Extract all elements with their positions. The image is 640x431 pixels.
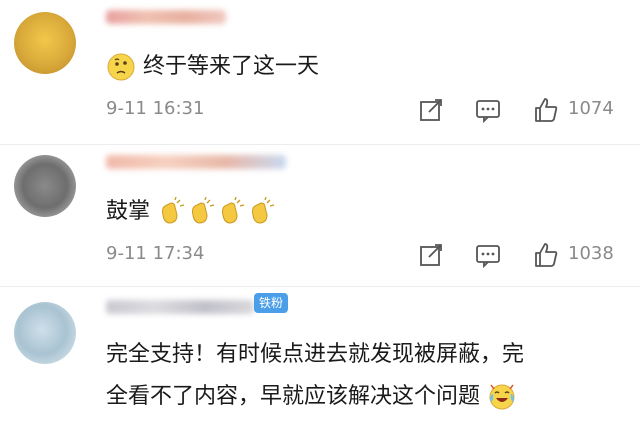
thinking-face-icon xyxy=(107,53,135,81)
comment-text-label: 终于等来了这一天 xyxy=(143,54,320,79)
like-count: 1038 xyxy=(568,243,614,264)
like-icon[interactable] xyxy=(532,241,560,269)
clapping-hands-icon xyxy=(192,197,215,224)
comment-item: 终于等来了这一天 9-11 16:31 1074 xyxy=(0,0,640,140)
reply-icon[interactable] xyxy=(474,241,502,269)
crying-laughing-face-icon xyxy=(489,384,515,410)
username-blurred[interactable] xyxy=(106,300,254,314)
divider xyxy=(0,286,640,287)
comment-text-label: 全看不了内容，早就应该解决这个问题 xyxy=(106,384,481,409)
comment-item: 铁粉 完全支持！有时候点进去就发现被屏蔽，完 全看不了内容，早就应该解决这个问题 xyxy=(0,290,640,431)
comment-meta: 9-11 17:34 1038 xyxy=(0,237,640,273)
comment-text-line2: 全看不了内容，早就应该解决这个问题 xyxy=(106,380,517,414)
share-icon[interactable] xyxy=(417,241,445,269)
comment-text-label: 鼓掌 xyxy=(106,199,151,224)
avatar[interactable] xyxy=(14,12,76,74)
like-count: 1074 xyxy=(568,98,614,119)
avatar[interactable] xyxy=(14,155,76,217)
reply-icon[interactable] xyxy=(474,96,502,124)
username-blurred[interactable] xyxy=(106,10,226,24)
share-icon[interactable] xyxy=(417,96,445,124)
comment-text: 鼓掌 xyxy=(106,195,277,229)
fan-badge[interactable]: 铁粉 xyxy=(254,293,289,313)
comment-time: 9-11 17:34 xyxy=(106,243,205,264)
comment-time: 9-11 16:31 xyxy=(106,98,205,119)
clapping-hands-icon xyxy=(222,197,245,224)
avatar[interactable] xyxy=(14,302,76,364)
comment-item: 鼓掌 9-11 17:34 1038 xyxy=(0,145,640,280)
like-icon[interactable] xyxy=(532,96,560,124)
clapping-hands-icon xyxy=(162,197,185,224)
comment-text: 终于等来了这一天 xyxy=(106,50,319,84)
clapping-hands-icon xyxy=(252,197,275,224)
username-blurred[interactable] xyxy=(106,155,286,169)
comment-meta: 9-11 16:31 1074 xyxy=(0,92,640,128)
comment-text-line1: 完全支持！有时候点进去就发现被屏蔽，完 xyxy=(106,342,525,367)
